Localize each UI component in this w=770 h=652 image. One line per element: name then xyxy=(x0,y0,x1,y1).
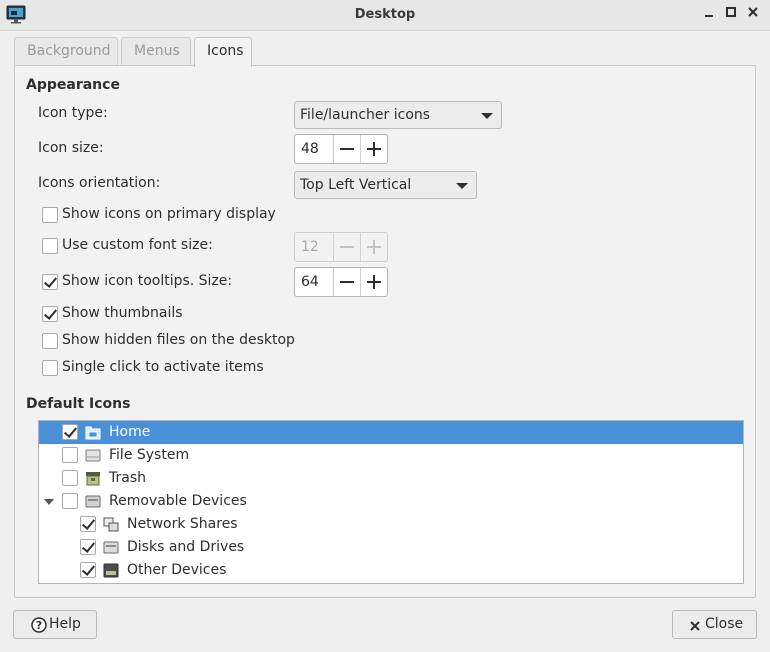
expander-arrow-icon[interactable] xyxy=(44,499,54,505)
home-folder-icon xyxy=(85,426,101,440)
svg-text:?: ? xyxy=(36,619,42,632)
tooltips-label[interactable]: Show icon tooltips. Size: xyxy=(62,273,232,289)
default-icons-heading: Default Icons xyxy=(26,396,131,412)
custom-font-size-checkbox[interactable] xyxy=(42,238,58,254)
hidden-files-label[interactable]: Show hidden files on the desktop xyxy=(62,332,295,348)
default-icons-tree[interactable]: Home File System Trash Removable Devices xyxy=(38,420,744,584)
custom-font-size-label[interactable]: Use custom font size: xyxy=(62,237,213,253)
single-click-checkbox[interactable] xyxy=(42,360,58,376)
trash-icon xyxy=(86,472,100,486)
tree-row-other-devices[interactable]: Other Devices xyxy=(39,559,743,582)
dropdown-arrow-icon xyxy=(481,113,493,119)
tab-menus[interactable]: Menus xyxy=(121,37,191,66)
tree-label: Trash xyxy=(109,470,146,486)
maximize-icon xyxy=(726,7,736,17)
trash-checkbox[interactable] xyxy=(62,470,78,486)
help-label: Help xyxy=(49,616,81,632)
icons-orientation-label: Icons orientation: xyxy=(38,175,161,191)
network-shares-checkbox[interactable] xyxy=(80,516,96,532)
tree-label: Removable Devices xyxy=(109,493,247,509)
show-on-primary-checkbox[interactable] xyxy=(42,207,58,223)
close-icon xyxy=(690,621,700,631)
removable-drive-icon xyxy=(85,495,101,508)
custom-font-size-spinner: 12 xyxy=(294,232,388,262)
tree-row-home[interactable]: Home xyxy=(39,421,743,444)
disk-icon xyxy=(103,541,119,554)
icons-orientation-select[interactable]: Top Left Vertical xyxy=(294,171,477,199)
tree-row-removable-devices[interactable]: Removable Devices xyxy=(39,490,743,513)
disks-and-drives-checkbox[interactable] xyxy=(80,539,96,555)
help-button[interactable]: ? Help xyxy=(13,610,97,639)
tree-label: Other Devices xyxy=(127,562,227,578)
dropdown-arrow-icon xyxy=(456,183,468,189)
tab-background[interactable]: Background xyxy=(14,37,118,66)
other-devices-checkbox[interactable] xyxy=(80,562,96,578)
tree-row-trash[interactable]: Trash xyxy=(39,467,743,490)
tooltips-checkbox[interactable] xyxy=(42,274,58,290)
icon-type-select[interactable]: File/launcher icons xyxy=(294,101,502,129)
minimize-button[interactable] xyxy=(700,6,718,24)
tree-label: Disks and Drives xyxy=(127,539,245,555)
show-on-primary-label[interactable]: Show icons on primary display xyxy=(62,206,276,222)
icon-type-label: Icon type: xyxy=(38,105,108,121)
minimize-icon xyxy=(705,15,713,17)
tab-icons[interactable]: Icons xyxy=(194,37,252,67)
custom-font-size-value: 12 xyxy=(301,239,319,255)
icon-size-label: Icon size: xyxy=(38,140,104,156)
tree-row-network-shares[interactable]: Network Shares xyxy=(39,513,743,536)
single-click-label[interactable]: Single click to activate items xyxy=(62,359,264,375)
close-icon xyxy=(748,7,758,17)
icon-size-increase-button[interactable] xyxy=(360,135,387,163)
appearance-heading: Appearance xyxy=(26,77,120,93)
tooltip-size-increase-button[interactable] xyxy=(360,268,387,296)
icons-orientation-value: Top Left Vertical xyxy=(300,177,412,193)
help-icon: ? xyxy=(31,617,47,633)
close-button[interactable]: Close xyxy=(672,610,757,639)
icon-size-value[interactable]: 48 xyxy=(301,141,319,157)
home-checkbox[interactable] xyxy=(62,424,78,440)
thumbnails-checkbox[interactable] xyxy=(42,306,58,322)
close-window-button[interactable] xyxy=(744,6,762,24)
thumbnails-label[interactable]: Show thumbnails xyxy=(62,305,183,321)
icon-size-spinner[interactable]: 48 xyxy=(294,134,388,164)
tooltip-size-decrease-button[interactable] xyxy=(333,268,360,296)
window-title: Desktop xyxy=(354,7,416,22)
drive-icon xyxy=(85,449,101,462)
tree-label: Home xyxy=(109,424,151,440)
font-size-decrease-button xyxy=(333,233,360,261)
file-system-checkbox[interactable] xyxy=(62,447,78,463)
tooltip-size-spinner[interactable]: 64 xyxy=(294,267,388,297)
tree-label: File System xyxy=(109,447,190,463)
close-label: Close xyxy=(705,616,744,632)
tree-row-file-system[interactable]: File System xyxy=(39,444,743,467)
tree-label: Network Shares xyxy=(127,516,238,532)
icon-type-value: File/launcher icons xyxy=(300,107,431,123)
network-share-icon xyxy=(103,517,119,532)
tree-row-disks-and-drives[interactable]: Disks and Drives xyxy=(39,536,743,559)
icon-size-decrease-button[interactable] xyxy=(333,135,360,163)
title-bar: Desktop xyxy=(0,0,770,31)
maximize-button[interactable] xyxy=(722,6,740,24)
tooltip-size-value[interactable]: 64 xyxy=(301,274,319,290)
device-icon xyxy=(103,563,119,578)
font-size-increase-button xyxy=(360,233,387,261)
removable-devices-checkbox[interactable] xyxy=(62,493,78,509)
hidden-files-checkbox[interactable] xyxy=(42,333,58,349)
